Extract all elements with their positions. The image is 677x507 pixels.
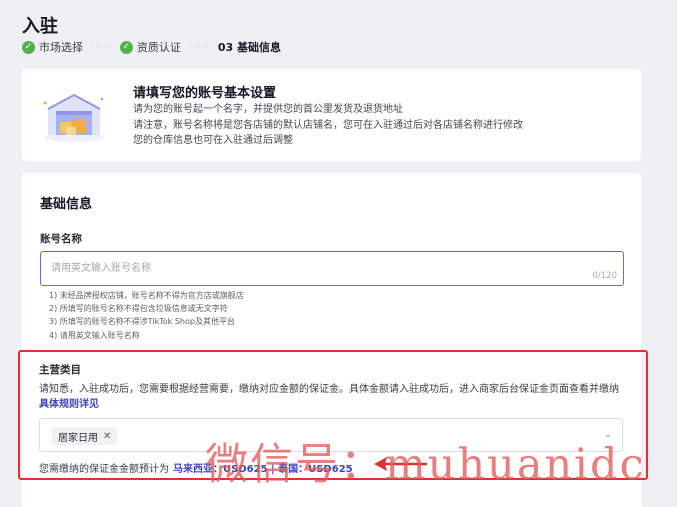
deposit-label: 您需缴纳的保证金金额预计为: [39, 464, 169, 475]
rules-link[interactable]: 具体规则详见: [39, 399, 99, 410]
intro-line: 您的仓库信息也可在入驻通过后调整: [133, 135, 293, 146]
category-label: 主营类目: [39, 364, 81, 376]
category-tag-label: 居家日用: [58, 432, 98, 444]
check-icon: ✓: [119, 40, 133, 54]
category-description: 请知悉，入驻成功后，您需要根据经营需要，缴纳对应金额的保证金。具体金额请入驻成功…: [39, 382, 629, 412]
step-divider: ·····: [91, 41, 112, 53]
step-divider: ·····: [188, 41, 210, 53]
step-label: 市场选择: [39, 41, 83, 54]
page-title: 入驻: [22, 16, 58, 37]
rule-item: 3) 所填写的账号名称不得涉TikTok Shop及其他平台: [49, 317, 235, 327]
account-name-input[interactable]: [41, 252, 561, 285]
watermark: 微信号：muhuanidc: [205, 440, 646, 490]
rule-item: 4) 请用英文输入账号名称: [49, 330, 140, 340]
category-desc-text: 请知悉，入驻成功后，您需要根据经营需要，缴纳对应金额的保证金。具体金额请入驻成功…: [39, 384, 619, 395]
intro-line: 请为您的账号起一个名字，并提供您的首公里发货及退货地址: [133, 104, 403, 115]
step-qualification[interactable]: ✓ 资质认证: [119, 39, 181, 55]
account-name-field[interactable]: 0/120: [40, 251, 624, 286]
category-tag: 居家日用 ✕: [52, 427, 118, 445]
warehouse-illustration-icon: [43, 93, 104, 142]
intro-line: 请注意，账号名称将是您各店铺的默认店铺名，您可在入驻通过后对各店铺名称进行修改: [133, 119, 523, 131]
step-indicator: ✓ 市场选择 ····· ✓ 资质认证 ····· 03 基础信息: [22, 39, 281, 55]
step-label: 资质认证: [136, 41, 181, 54]
account-name-rules: 1) 未经品牌授权店铺，账号名称不得为官方店或旗舰店 2) 所填写的账号名称不得…: [49, 289, 244, 342]
section-title: 基础信息: [40, 197, 93, 212]
step-basic-info: 03 基础信息: [218, 39, 281, 55]
account-name-label: 账号名称: [40, 233, 82, 245]
step-label: 03 基础信息: [217, 41, 281, 54]
close-icon[interactable]: ✕: [103, 431, 111, 442]
intro-title: 请填写您的账号基本设置: [133, 86, 277, 101]
intro-description: 请为您的账号起一个名字，并提供您的首公里发货及退货地址 请注意，账号名称将是您各…: [133, 102, 523, 149]
rule-item: 1) 未经品牌授权店铺，账号名称不得为官方店或旗舰店: [49, 291, 244, 300]
next-card-edge: [22, 500, 641, 507]
intro-card: 请填写您的账号基本设置 请为您的账号起一个名字，并提供您的首公里发货及退货地址 …: [22, 69, 641, 161]
char-counter: 0/120: [592, 271, 618, 281]
check-icon: ✓: [22, 40, 35, 54]
step-market[interactable]: ✓ 市场选择: [22, 39, 83, 55]
rule-item: 2) 所填写的账号名称不得包含垃圾信息或无文字符: [49, 304, 228, 314]
